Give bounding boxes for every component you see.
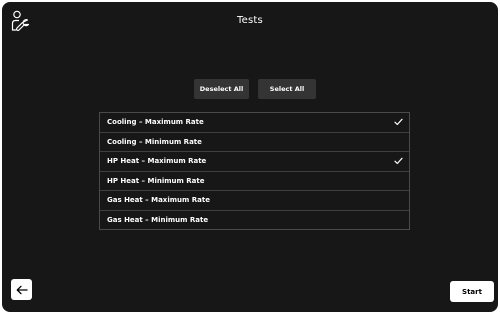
test-item-gas-heat-min[interactable]: Gas Heat – Minimum Rate xyxy=(100,211,409,230)
tests-screen: Tests Deselect All Select All Cooling – … xyxy=(2,2,498,312)
test-item-label: Cooling – Minimum Rate xyxy=(107,137,202,146)
test-item-cooling-min[interactable]: Cooling – Minimum Rate xyxy=(100,133,409,152)
test-item-hp-heat-max[interactable]: HP Heat – Maximum Rate xyxy=(100,152,409,172)
test-item-label: Cooling – Maximum Rate xyxy=(107,118,204,127)
tests-list: Cooling – Maximum Rate Cooling – Minimum… xyxy=(99,112,410,230)
test-item-cooling-max[interactable]: Cooling – Maximum Rate xyxy=(100,113,409,133)
test-item-label: Gas Heat – Minimum Rate xyxy=(107,215,209,224)
test-item-label: Gas Heat – Maximum Rate xyxy=(107,196,210,205)
checkmark-icon xyxy=(394,157,403,165)
test-item-label: HP Heat – Maximum Rate xyxy=(107,157,207,166)
checkmark-icon xyxy=(394,118,403,126)
back-button[interactable] xyxy=(11,279,32,300)
test-item-label: HP Heat – Minimum Rate xyxy=(107,176,205,185)
start-button[interactable]: Start xyxy=(450,281,494,302)
select-all-button[interactable]: Select All xyxy=(258,79,316,99)
test-item-hp-heat-min[interactable]: HP Heat – Minimum Rate xyxy=(100,172,409,191)
page-title: Tests xyxy=(237,15,263,26)
arrow-left-icon xyxy=(16,280,28,299)
deselect-all-button[interactable]: Deselect All xyxy=(194,79,249,99)
test-item-gas-heat-max[interactable]: Gas Heat – Maximum Rate xyxy=(100,191,409,211)
